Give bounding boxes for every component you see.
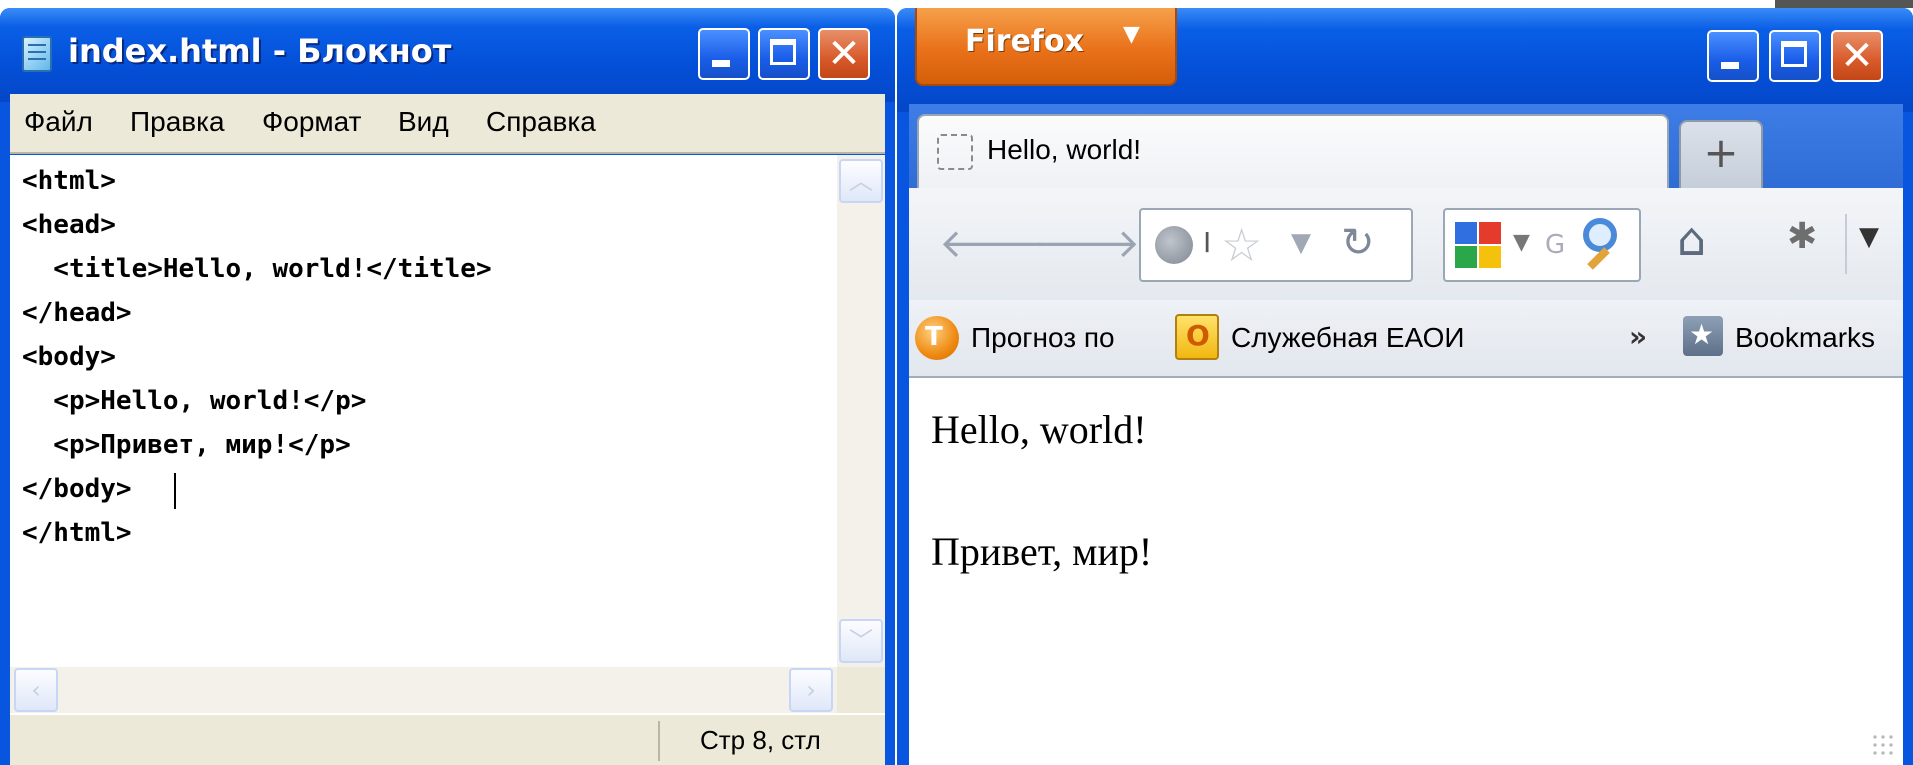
code-line: <body> [22,342,116,372]
bookmark-star-icon[interactable]: ☆ [1221,218,1262,272]
tab-hello-world[interactable]: Hello, world! [917,114,1669,190]
forward-button[interactable]: 🡒 [1033,218,1140,267]
url-history-dropdown-icon[interactable]: ▼ [1291,228,1311,258]
code-line: <title>Hello, world!</title> [22,254,492,284]
reload-icon[interactable]: ↻ [1341,220,1375,266]
firefox-minimize-button[interactable] [1707,30,1759,82]
menu-edit[interactable]: Правка [130,106,225,138]
menu-view[interactable]: Вид [398,106,449,138]
scrollbar-corner [837,667,885,713]
maximize-icon [1781,41,1807,67]
code-line: <p>Привет, мир!</p> [22,430,351,460]
bookmarks-menu-icon [1683,316,1723,356]
bookmark-eaoi[interactable]: Служебная ЕАОИ [1231,322,1465,354]
bookmarks-toolbar: Прогноз по Служебная ЕАОИ » Bookmarks [909,300,1903,378]
status-divider [658,721,660,761]
addon-icon[interactable]: ✱ [1787,216,1817,257]
chevron-right-icon: › [806,676,816,704]
weather-icon [915,316,959,360]
close-icon: ✕ [827,31,861,77]
toolbar-menu-dropdown-icon[interactable]: ▼ [1859,222,1879,252]
minimize-button[interactable] [698,28,750,80]
horizontal-scrollbar[interactable]: ‹ › [10,667,837,713]
chevron-up-icon: ︿ [849,167,873,195]
vertical-scrollbar[interactable]: ︿ ﹀ [837,155,885,667]
notepad-titlebar[interactable]: index.html - Блокнот ✕ [0,8,895,102]
code-line: </body> [22,474,132,504]
code-line: <head> [22,210,116,240]
firefox-close-button[interactable]: ✕ [1831,30,1883,82]
code-line: <p>Hello, world!</p> [22,386,367,416]
menu-help[interactable]: Справка [486,106,596,138]
search-input[interactable]: G [1545,230,1565,260]
resize-grip-icon[interactable] [1871,733,1893,755]
bookmark-forecast[interactable]: Прогноз по [971,322,1115,354]
firefox-body: Hello, world! + 🡐 🡒 I ☆ ▼ ↻ ▼ G ⌂ ✱ ▼ T … [909,104,1903,765]
notepad-menubar: Файл Правка Формат Вид Справка [10,94,885,152]
cursor-position-status: Стр 8, стл [700,725,821,755]
toolbar-separator [1845,214,1847,274]
maximize-icon [770,39,796,65]
code-line: <html> [22,166,116,196]
navigation-toolbar: 🡐 🡒 I ☆ ▼ ↻ ▼ G ⌂ ✱ ▼ [909,188,1903,300]
notepad-statusbar: Стр 8, стл [10,713,885,765]
menu-file[interactable]: Файл [24,106,93,138]
menu-separator [10,152,885,154]
tab-strip: Hello, world! + [909,104,1903,190]
globe-icon [1155,226,1193,264]
search-engine-dropdown-icon[interactable]: ▼ [1513,230,1530,255]
url-input[interactable]: I [1203,226,1211,259]
search-icon[interactable] [1583,218,1617,252]
search-bar[interactable]: ▼ G [1443,208,1641,282]
firefox-menu-button[interactable]: Firefox ▼ [915,8,1177,86]
firefox-menu-label: Firefox [965,24,1084,59]
firefox-window: Firefox ▼ ✕ Hello, world! + 🡐 🡒 I ☆ ▼ ↻ … [897,8,1913,765]
menu-format[interactable]: Формат [262,106,361,138]
bookmarks-overflow-button[interactable]: » [1629,320,1647,353]
code-line: </head> [22,298,132,328]
page-paragraph: Привет, мир! [931,529,1153,574]
minimize-icon [712,60,730,67]
back-button[interactable]: 🡐 [939,218,1046,267]
chevron-left-icon: ‹ [31,676,41,704]
page-paragraph: Hello, world! [931,407,1147,452]
firefox-maximize-button[interactable] [1769,30,1821,82]
outlook-icon [1175,314,1219,360]
page-content: Hello, world! Привет, мир! [909,378,1903,765]
chevron-down-icon: ﹀ [849,627,873,655]
bookmarks-menu-button[interactable]: Bookmarks [1735,322,1875,354]
url-bar[interactable]: I ☆ ▼ ↻ [1139,208,1413,282]
blank-favicon-icon [937,134,973,170]
maximize-button[interactable] [758,28,810,80]
home-icon[interactable]: ⌂ [1677,212,1706,266]
firefox-titlebar[interactable]: Firefox ▼ ✕ [897,8,1913,112]
minimize-icon [1721,62,1739,69]
close-icon: ✕ [1840,33,1874,79]
notepad-text-area[interactable]: <html> <head> <title>Hello, world!</titl… [10,155,837,667]
scroll-right-button[interactable]: › [789,668,833,712]
scroll-down-button[interactable]: ﹀ [839,619,883,663]
close-button[interactable]: ✕ [818,28,870,80]
text-caret [174,473,176,509]
notepad-window: index.html - Блокнот ✕ Файл Правка Форма… [0,8,895,765]
code-line: </html> [22,518,132,548]
notepad-app-icon[interactable] [22,36,52,72]
caret-down-icon: ▼ [1123,22,1140,47]
screen-corner [1775,0,1913,8]
tab-title: Hello, world! [987,134,1142,165]
scroll-up-button[interactable]: ︿ [839,159,883,203]
notepad-window-title: index.html - Блокнот [68,32,452,70]
scroll-left-button[interactable]: ‹ [14,668,58,712]
google-search-engine-icon[interactable] [1455,222,1503,270]
new-tab-button[interactable]: + [1679,120,1763,188]
